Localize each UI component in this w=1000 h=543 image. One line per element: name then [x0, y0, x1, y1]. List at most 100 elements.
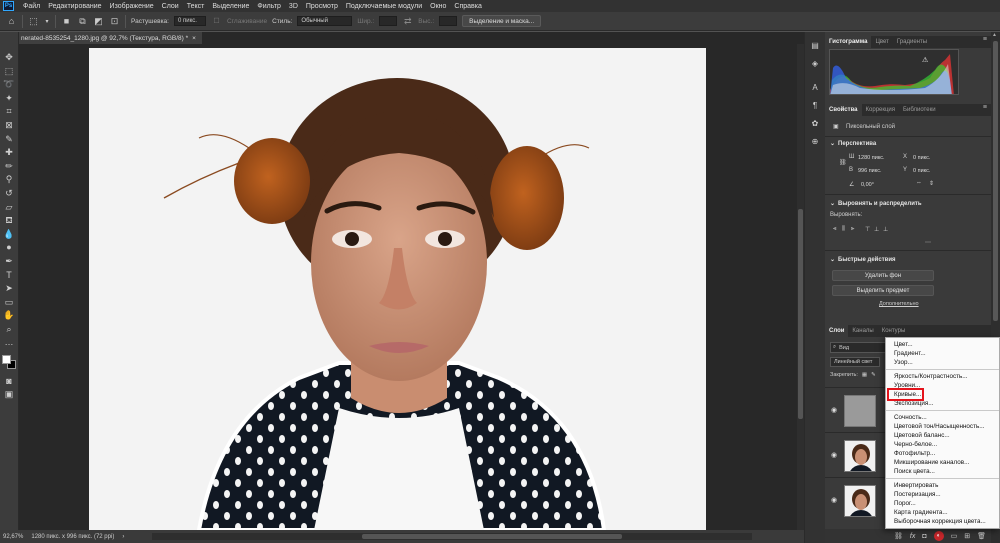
- align-hcenter-icon[interactable]: ⫼: [842, 226, 845, 233]
- antialias-checkbox[interactable]: ☐: [211, 16, 222, 27]
- paint-bucket-tool-icon[interactable]: ⛾: [3, 215, 15, 226]
- intersect-selection-icon[interactable]: ⊡: [109, 16, 120, 27]
- layer-filter-select[interactable]: ⌕ Вид: [830, 342, 890, 353]
- tab-layers[interactable]: Слои: [825, 325, 849, 337]
- menu-item-photo-filter[interactable]: Фотофильтр...: [886, 449, 999, 458]
- menu-item-solid-color[interactable]: Цвет...: [886, 340, 999, 349]
- more-options-icon[interactable]: ⋯: [925, 239, 931, 246]
- close-icon[interactable]: ×: [192, 35, 196, 42]
- eye-icon[interactable]: ◉: [831, 406, 837, 414]
- lock-transparent-icon[interactable]: ▦: [862, 372, 867, 378]
- more-tools-icon[interactable]: …: [3, 337, 15, 348]
- menu-window[interactable]: Окно: [426, 3, 450, 10]
- quick-actions-section-title[interactable]: ⌄ Быстрые действия: [830, 256, 896, 264]
- menu-item-hue-saturation[interactable]: Цветовой тон/Насыщенность...: [886, 422, 999, 431]
- color-swatches[interactable]: [2, 355, 16, 370]
- tab-gradients[interactable]: Градиенты: [893, 36, 931, 48]
- menu-item-vibrance[interactable]: Сочность...: [886, 413, 999, 422]
- canvas-area[interactable]: [19, 44, 797, 530]
- magic-wand-tool-icon[interactable]: ✦: [3, 93, 15, 104]
- menu-select[interactable]: Выделение: [208, 3, 253, 10]
- pen-tool-icon[interactable]: ✒: [3, 256, 15, 267]
- menu-item-curves[interactable]: Кривые...: [886, 388, 999, 401]
- menu-item-threshold[interactable]: Порог...: [886, 499, 999, 508]
- path-selection-tool-icon[interactable]: ➤: [3, 283, 15, 294]
- lock-image-icon[interactable]: ✎: [871, 372, 876, 378]
- add-selection-icon[interactable]: ⧉: [77, 16, 88, 27]
- blend-mode-select[interactable]: Линейный свет: [830, 357, 880, 367]
- screen-mode-icon[interactable]: ▣: [3, 389, 15, 400]
- brush-tool-icon[interactable]: ✏: [3, 161, 15, 172]
- hand-tool-icon[interactable]: ✋: [3, 310, 15, 321]
- canvas-vertical-scrollbar[interactable]: [797, 44, 804, 530]
- width-input[interactable]: [379, 16, 398, 26]
- select-and-mask-button[interactable]: Выделение и маска...: [462, 15, 542, 27]
- menu-item-selective-color[interactable]: Выборочная коррекция цвета...: [886, 517, 999, 526]
- angle-field[interactable]: 0,00°: [861, 180, 874, 189]
- tab-libraries[interactable]: Библиотеки: [899, 104, 940, 116]
- x-field[interactable]: 0 пикс.: [913, 153, 930, 162]
- tab-paths[interactable]: Контуры: [878, 325, 910, 337]
- history-icon[interactable]: ▤: [810, 40, 821, 51]
- menu-item-gradient-map[interactable]: Карта градиента...: [886, 508, 999, 517]
- height-input[interactable]: [439, 16, 458, 26]
- histogram-warning-icon[interactable]: ⚠: [922, 56, 928, 64]
- scroll-up-icon[interactable]: ▲: [992, 32, 997, 38]
- feather-input[interactable]: 0 пикс.: [173, 16, 206, 26]
- fx-icon[interactable]: fx: [910, 533, 915, 540]
- eye-icon[interactable]: ◉: [831, 496, 837, 504]
- navigator-icon[interactable]: ⊕: [810, 136, 821, 147]
- eyedropper-tool-icon[interactable]: ✎: [3, 134, 15, 145]
- eraser-tool-icon[interactable]: ▱: [3, 202, 15, 213]
- chevron-down-icon[interactable]: ▾: [44, 16, 50, 27]
- foreground-color-swatch[interactable]: [2, 355, 11, 365]
- menu-item-channel-mixer[interactable]: Микширование каналов...: [886, 458, 999, 467]
- frame-tool-icon[interactable]: ⊠: [3, 120, 15, 131]
- character-icon[interactable]: A: [810, 82, 821, 93]
- new-group-icon[interactable]: ▭: [951, 532, 958, 540]
- select-subject-button[interactable]: Выделить предмет: [832, 285, 934, 296]
- tab-properties[interactable]: Свойства: [825, 104, 862, 116]
- menu-edit[interactable]: Редактирование: [44, 3, 105, 10]
- swap-icon[interactable]: ⇄: [402, 16, 413, 27]
- zoom-level[interactable]: 92,67%: [3, 534, 23, 540]
- menu-3d[interactable]: 3D: [285, 3, 302, 10]
- 3d-icon[interactable]: ◈: [810, 58, 821, 69]
- menu-type[interactable]: Текст: [183, 3, 209, 10]
- tab-adjustments[interactable]: Коррекция: [862, 104, 900, 116]
- trash-icon[interactable]: 🗑: [977, 532, 986, 540]
- eye-icon[interactable]: ◉: [831, 451, 837, 459]
- scroll-thumb[interactable]: [362, 534, 623, 539]
- document-tab[interactable]: nerated-8535254_1280.jpg @ 92,7% (Тексту…: [19, 32, 202, 44]
- home-icon[interactable]: ⌂: [6, 16, 17, 27]
- align-vcenter-icon[interactable]: ⊥: [874, 226, 879, 233]
- more-link[interactable]: Дополнительно: [879, 301, 919, 307]
- menu-item-black-white[interactable]: Черно-белое...: [886, 440, 999, 449]
- tab-channels[interactable]: Каналы: [848, 325, 877, 337]
- link-icon[interactable]: ⛓: [839, 159, 847, 166]
- menu-item-posterize[interactable]: Постеризация...: [886, 490, 999, 499]
- status-arrow-icon[interactable]: ›: [122, 534, 124, 540]
- paragraph-icon[interactable]: ¶: [810, 100, 821, 111]
- subtract-selection-icon[interactable]: ◩: [93, 16, 104, 27]
- scroll-thumb[interactable]: [993, 41, 998, 321]
- menu-item-color-lookup[interactable]: Поиск цвета...: [886, 467, 999, 476]
- align-section-title[interactable]: ⌄ Выровнять и распределить: [830, 200, 922, 208]
- flip-horizontal-icon[interactable]: ⇔: [916, 180, 922, 186]
- width-field[interactable]: 1280 пикс.: [858, 153, 885, 162]
- rect-marquee-tool-icon[interactable]: ⬚: [3, 66, 15, 77]
- menu-view[interactable]: Просмотр: [302, 3, 342, 10]
- align-left-icon[interactable]: ⫷: [833, 226, 836, 233]
- document-image[interactable]: [89, 48, 706, 530]
- menu-filter[interactable]: Фильтр: [253, 3, 285, 10]
- style-select[interactable]: Обычный: [297, 16, 353, 26]
- rectangle-tool-icon[interactable]: ▭: [3, 297, 15, 308]
- menu-image[interactable]: Изображение: [106, 3, 158, 10]
- dodge-tool-icon[interactable]: ●: [3, 242, 15, 253]
- menu-help[interactable]: Справка: [450, 3, 485, 10]
- canvas-horizontal-scrollbar[interactable]: [152, 533, 753, 540]
- align-bottom-icon[interactable]: ⊥: [883, 226, 888, 233]
- panel-menu-icon[interactable]: ≡: [983, 104, 987, 111]
- y-field[interactable]: 0 пикс.: [913, 166, 930, 175]
- menu-item-gradient[interactable]: Градиент...: [886, 349, 999, 358]
